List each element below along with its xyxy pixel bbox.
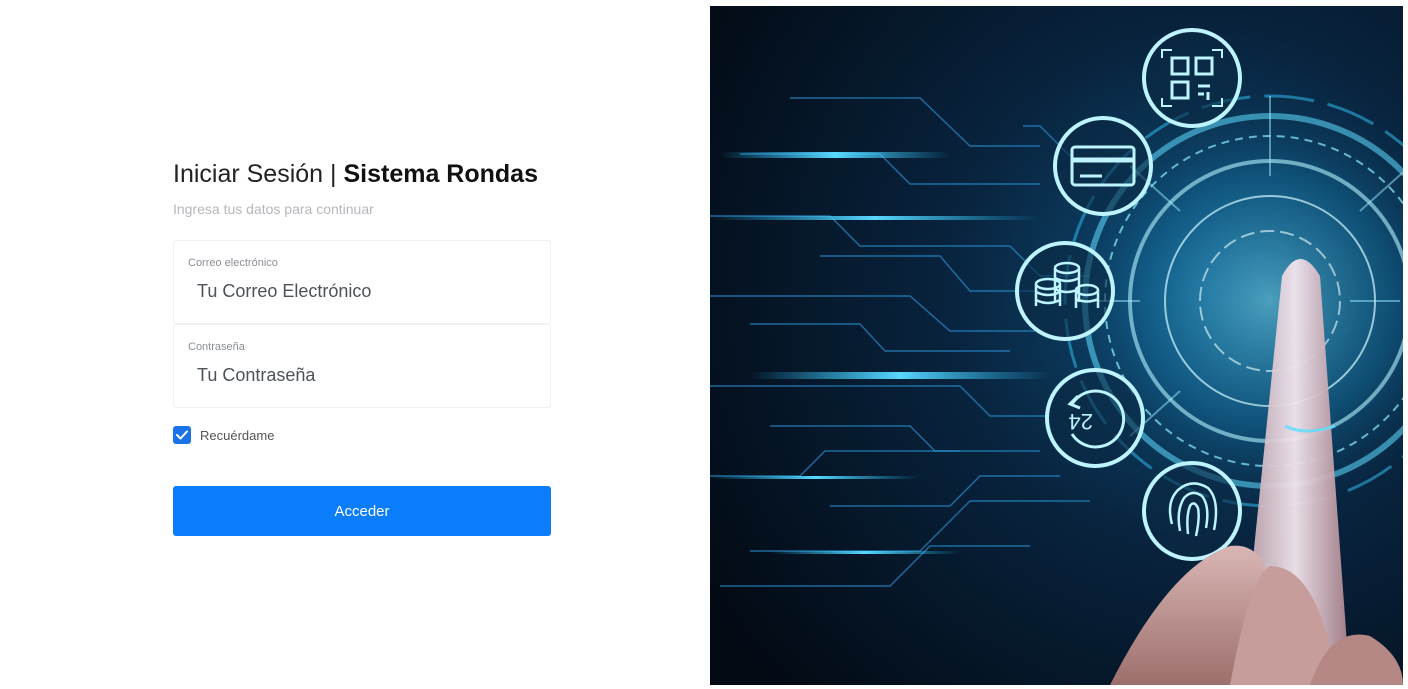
clock-24-icon: 24	[1045, 368, 1145, 468]
email-field: Correo electrónico	[173, 240, 551, 324]
login-panel: Iniciar Sesión | Sistema Rondas Ingresa …	[0, 0, 708, 689]
password-input[interactable]	[188, 359, 537, 391]
title-prefix: Iniciar Sesión |	[173, 160, 344, 188]
submit-button[interactable]: Acceder	[173, 486, 551, 536]
credit-card-icon	[1053, 116, 1153, 216]
remember-me: Recuérdame	[173, 426, 274, 444]
hero-illustration: 24	[710, 6, 1403, 685]
page-title: Iniciar Sesión | Sistema Rondas	[173, 156, 551, 192]
remember-checkbox[interactable]	[173, 426, 191, 444]
remember-label: Recuérdame	[200, 427, 275, 443]
hero-image: 24	[710, 6, 1403, 685]
checkmark-icon	[176, 430, 188, 440]
coins-icon	[1015, 241, 1115, 341]
page-subtitle: Ingresa tus datos para continuar	[173, 201, 374, 217]
system-name: Sistema Rondas	[343, 160, 538, 188]
svg-text:24: 24	[1069, 409, 1093, 434]
email-input[interactable]	[188, 275, 537, 307]
fingerprint-icon	[1142, 461, 1242, 561]
password-field: Contraseña	[173, 324, 551, 408]
email-label: Correo electrónico	[188, 257, 278, 269]
qr-code-icon	[1142, 28, 1242, 128]
password-label: Contraseña	[188, 341, 245, 353]
login-form: Iniciar Sesión | Sistema Rondas Ingresa …	[173, 156, 551, 536]
